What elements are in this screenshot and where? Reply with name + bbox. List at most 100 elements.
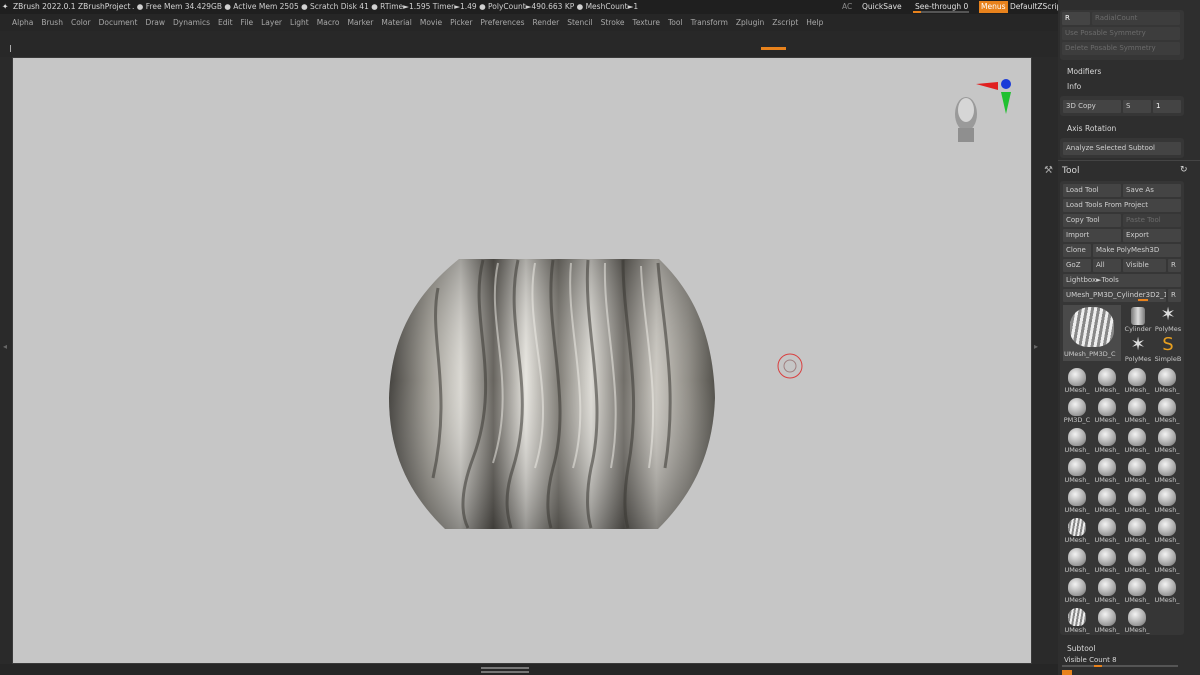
radial-count-slider[interactable]: RadialCount bbox=[1092, 12, 1180, 25]
analyze-subtool-button[interactable]: Analyze Selected Subtool bbox=[1063, 142, 1181, 155]
tool-thumb-umesh[interactable]: UMesh_ bbox=[1152, 366, 1182, 398]
menu-texture[interactable]: Texture bbox=[629, 14, 664, 31]
tool-thumb-umesh[interactable]: UMesh_ bbox=[1152, 486, 1182, 518]
tool-thumb-polymesh-star-2[interactable]: ✶ PolyMes bbox=[1123, 335, 1153, 367]
menu-tool[interactable]: Tool bbox=[664, 14, 687, 31]
make-polymesh3d-button[interactable]: Make PolyMesh3D bbox=[1093, 244, 1181, 257]
copy-tool-button[interactable]: Copy Tool bbox=[1063, 214, 1121, 227]
menu-macro[interactable]: Macro bbox=[313, 14, 344, 31]
s-slider[interactable]: S bbox=[1123, 100, 1151, 113]
delete-posable-symmetry-button[interactable]: Delete Posable Symmetry bbox=[1062, 42, 1180, 55]
menu-stroke[interactable]: Stroke bbox=[597, 14, 629, 31]
canvas-viewport[interactable] bbox=[12, 57, 1032, 664]
visible-button[interactable]: Visible bbox=[1123, 259, 1166, 272]
tool-thumb-umesh[interactable]: PM3D_C bbox=[1062, 396, 1092, 428]
info-header[interactable]: Info bbox=[1067, 82, 1081, 91]
tool-thumb-umesh[interactable]: UMesh_ bbox=[1092, 576, 1122, 608]
menu-color[interactable]: Color bbox=[67, 14, 95, 31]
tool-thumb-umesh[interactable]: UMesh_ bbox=[1152, 516, 1182, 548]
right-tray[interactable]: ▸ bbox=[1032, 57, 1058, 664]
menu-stencil[interactable]: Stencil bbox=[563, 14, 596, 31]
see-through-track[interactable] bbox=[913, 11, 969, 13]
menu-dynamics[interactable]: Dynamics bbox=[169, 14, 214, 31]
head-gizmo-icon[interactable] bbox=[943, 76, 1013, 146]
tool-thumb-umesh[interactable]: UMesh_ bbox=[1122, 606, 1152, 638]
tool-title[interactable]: Tool bbox=[1062, 166, 1079, 176]
export-button[interactable]: Export bbox=[1123, 229, 1181, 242]
tool-thumb-umesh[interactable]: UMesh_ bbox=[1152, 426, 1182, 458]
visible-count-slider[interactable]: Visible Count 8 bbox=[1064, 656, 1117, 664]
goz-button[interactable]: GoZ bbox=[1063, 259, 1091, 272]
tool-thumb-umesh[interactable]: UMesh_ bbox=[1092, 456, 1122, 488]
tool-thumb-umesh[interactable]: UMesh_ bbox=[1152, 396, 1182, 428]
menu-help[interactable]: Help bbox=[802, 14, 827, 31]
tool-thumb-umesh[interactable]: UMesh_ bbox=[1122, 576, 1152, 608]
menu-zscript[interactable]: Zscript bbox=[768, 14, 802, 31]
tool-thumb-cylinder[interactable]: Cylinder bbox=[1123, 305, 1153, 337]
tool-thumb-umesh[interactable]: UMesh_ bbox=[1122, 486, 1152, 518]
tool-thumb-umesh[interactable]: UMesh_ bbox=[1122, 546, 1152, 578]
tool-thumb-umesh[interactable]: UMesh_ bbox=[1092, 606, 1122, 638]
tool-thumb-umesh[interactable]: UMesh_ bbox=[1062, 516, 1092, 548]
tool-thumb-polymesh-star[interactable]: ✶ PolyMes bbox=[1153, 305, 1183, 337]
tool-thumb-umesh[interactable]: UMesh_ bbox=[1122, 366, 1152, 398]
menu-material[interactable]: Material bbox=[377, 14, 415, 31]
save-as-button[interactable]: Save As bbox=[1123, 184, 1181, 197]
tool-thumb-simplebrush[interactable]: S SimpleB bbox=[1153, 335, 1183, 367]
menu-zplugin[interactable]: Zplugin bbox=[732, 14, 768, 31]
menu-marker[interactable]: Marker bbox=[343, 14, 377, 31]
paste-tool-button[interactable]: Paste Tool bbox=[1123, 214, 1181, 227]
menu-layer[interactable]: Layer bbox=[257, 14, 286, 31]
menu-file[interactable]: File bbox=[237, 14, 258, 31]
menu-transform[interactable]: Transform bbox=[687, 14, 732, 31]
menu-draw[interactable]: Draw bbox=[141, 14, 169, 31]
quicksave-button[interactable]: QuickSave bbox=[862, 0, 902, 14]
tool-thumb-umesh[interactable]: UMesh_ bbox=[1062, 456, 1092, 488]
radial-toggle[interactable]: R bbox=[1062, 12, 1090, 25]
tool-thumb-umesh[interactable]: UMesh_ bbox=[1152, 456, 1182, 488]
current-tool-thumbnail[interactable]: UMesh_PM3D_C bbox=[1063, 305, 1121, 361]
menu-preferences[interactable]: Preferences bbox=[476, 14, 528, 31]
tool-thumb-umesh[interactable]: UMesh_ bbox=[1092, 516, 1122, 548]
menu-document[interactable]: Document bbox=[95, 14, 142, 31]
bottom-tray-handle[interactable] bbox=[481, 667, 529, 669]
clone-button[interactable]: Clone bbox=[1063, 244, 1091, 257]
load-tools-from-project-button[interactable]: Load Tools From Project bbox=[1063, 199, 1181, 212]
3d-copy-button[interactable]: 3D Copy bbox=[1063, 100, 1121, 113]
tool-thumb-umesh[interactable]: UMesh_ bbox=[1152, 576, 1182, 608]
tool-thumb-umesh[interactable]: UMesh_ bbox=[1092, 426, 1122, 458]
tool-thumb-umesh[interactable]: UMesh_ bbox=[1062, 546, 1092, 578]
tray-expand-icon[interactable]: ◂ bbox=[3, 342, 7, 351]
load-tool-button[interactable]: Load Tool bbox=[1063, 184, 1121, 197]
r-button-2[interactable]: R bbox=[1168, 289, 1181, 302]
tool-thumb-umesh[interactable]: UMesh_ bbox=[1122, 396, 1152, 428]
axis-rotation-header[interactable]: Axis Rotation bbox=[1067, 124, 1116, 133]
default-zscript-button[interactable]: DefaultZScript bbox=[1010, 0, 1064, 14]
menu-picker[interactable]: Picker bbox=[446, 14, 476, 31]
menu-edit[interactable]: Edit bbox=[214, 14, 237, 31]
bottom-tray-handle[interactable] bbox=[481, 671, 529, 673]
menu-alpha[interactable]: Alpha bbox=[0, 14, 37, 31]
s-value[interactable]: 1 bbox=[1153, 100, 1181, 113]
all-button[interactable]: All bbox=[1093, 259, 1121, 272]
r-button[interactable]: R bbox=[1168, 259, 1181, 272]
tool-thumb-umesh[interactable]: UMesh_ bbox=[1092, 546, 1122, 578]
menu-movie[interactable]: Movie bbox=[416, 14, 446, 31]
use-posable-symmetry-button[interactable]: Use Posable Symmetry bbox=[1062, 27, 1180, 40]
tool-thumb-umesh[interactable]: UMesh_ bbox=[1092, 396, 1122, 428]
tool-thumb-umesh[interactable]: UMesh_ bbox=[1092, 486, 1122, 518]
modifiers-header[interactable]: Modifiers bbox=[1067, 67, 1101, 76]
tool-thumb-umesh[interactable]: UMesh_ bbox=[1122, 456, 1152, 488]
ac-label[interactable]: AC bbox=[842, 0, 852, 14]
lightbox-tools-button[interactable]: Lightbox►Tools bbox=[1063, 274, 1181, 287]
tray-expand-icon[interactable]: ▸ bbox=[1034, 342, 1038, 351]
subtool-header[interactable]: Subtool bbox=[1067, 644, 1095, 653]
menu-render[interactable]: Render bbox=[529, 14, 564, 31]
tool-thumb-umesh[interactable]: UMesh_ bbox=[1062, 576, 1092, 608]
tool-thumb-umesh[interactable]: UMesh_ bbox=[1152, 546, 1182, 578]
menus-toggle[interactable]: Menus bbox=[979, 1, 1008, 13]
left-tray[interactable]: ◂ bbox=[0, 57, 12, 664]
tool-thumb-umesh[interactable]: UMesh_ bbox=[1062, 486, 1092, 518]
tool-thumb-umesh[interactable]: UMesh_ bbox=[1062, 606, 1092, 638]
tool-thumb-umesh[interactable]: UMesh_ bbox=[1062, 366, 1092, 398]
